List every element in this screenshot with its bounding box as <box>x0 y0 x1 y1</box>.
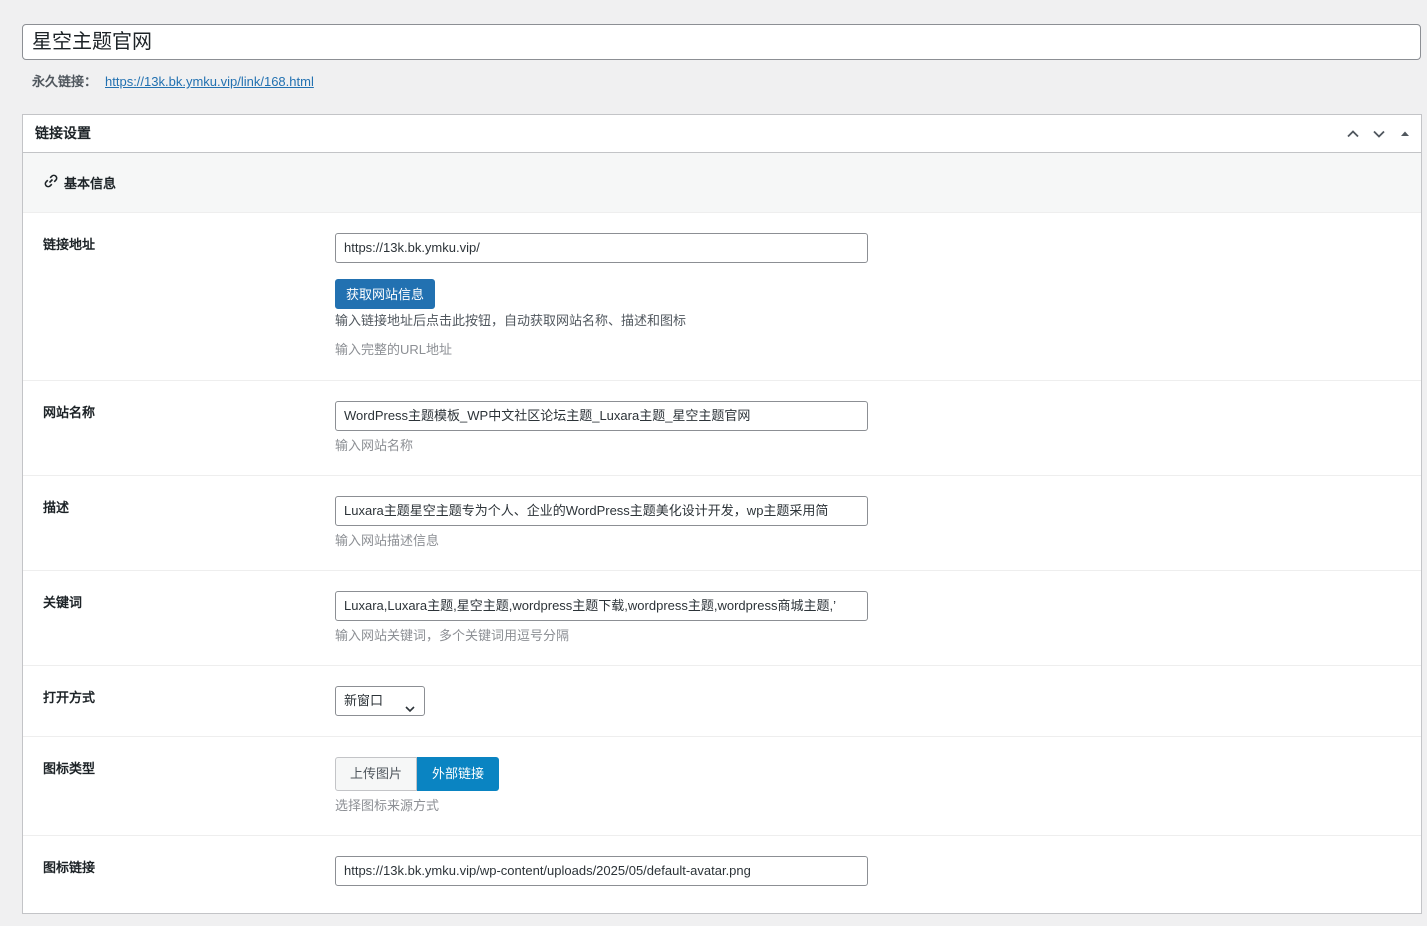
link-url-label: 链接地址 <box>43 237 96 252</box>
row-open-mode: 打开方式 新窗口 <box>23 666 1421 737</box>
icon-type-field: 上传图片 外部链接 选择图标来源方式 <box>335 757 500 815</box>
site-name-input[interactable]: WordPress主题模板_WP中文社区论坛主题_Luxara主题_星空主题官网 <box>335 401 868 431</box>
permalink-url-link[interactable]: https://13k.bk.ymku.vip/link/168.html <box>105 74 314 89</box>
keywords-label: 关键词 <box>43 595 83 610</box>
open-mode-selected: 新窗口 <box>344 693 384 708</box>
icon-type-desc: 选择图标来源方式 <box>335 798 440 813</box>
link-url-input[interactable]: https://13k.bk.ymku.vip/ <box>335 233 868 263</box>
metabox-title: 链接设置 <box>35 125 91 141</box>
link-url-field: https://13k.bk.ymku.vip/ 获取网站信息 输入链接地址后点… <box>335 233 868 359</box>
open-mode-select[interactable]: 新窗口 <box>335 686 425 716</box>
site-name-field: WordPress主题模板_WP中文社区论坛主题_Luxara主题_星空主题官网… <box>335 401 868 455</box>
open-mode-field: 新窗口 <box>335 686 425 716</box>
icon-link-input[interactable]: https://13k.bk.ymku.vip/wp-content/uploa… <box>335 856 868 886</box>
row-keywords: 关键词 Luxara,Luxara主题,星空主题,wordpress主题下载,w… <box>23 571 1421 666</box>
description-field: Luxara主题星空主题专为个人、企业的WordPress主题美化设计开发，wp… <box>335 496 868 550</box>
triangle-up-icon[interactable] <box>1395 124 1415 144</box>
section-title: 基本信息 <box>64 176 117 191</box>
site-name-desc: 输入网站名称 <box>335 438 414 453</box>
keywords-field: Luxara,Luxara主题,星空主题,wordpress主题下载,wordp… <box>335 591 868 645</box>
open-mode-label: 打开方式 <box>43 690 96 705</box>
description-label: 描述 <box>43 500 70 515</box>
row-icon-link: 图标链接 https://13k.bk.ymku.vip/wp-content/… <box>23 836 1421 926</box>
row-icon-type: 图标类型 上传图片 外部链接 选择图标来源方式 <box>23 737 1421 836</box>
metabox-header: 链接设置 <box>23 115 1421 153</box>
post-title-input[interactable]: 星空主题官网 <box>22 24 1421 60</box>
permalink-label: 永久链接： <box>32 74 98 89</box>
icon-link-label: 图标链接 <box>43 860 96 875</box>
metabox-handle-actions <box>1343 124 1415 144</box>
description-desc: 输入网站描述信息 <box>335 533 440 548</box>
section-basic-info: 基本信息 <box>23 153 1421 213</box>
site-name-label: 网站名称 <box>43 405 96 420</box>
icon-type-label: 图标类型 <box>43 761 96 776</box>
chevron-down-icon[interactable] <box>1369 124 1389 144</box>
row-description: 描述 Luxara主题星空主题专为个人、企业的WordPress主题美化设计开发… <box>23 476 1421 571</box>
description-input[interactable]: Luxara主题星空主题专为个人、企业的WordPress主题美化设计开发，wp… <box>335 496 868 526</box>
fetch-site-info-button[interactable]: 获取网站信息 <box>335 279 436 309</box>
chevron-down-icon <box>404 696 416 724</box>
icon-type-toggle-group: 上传图片 外部链接 <box>335 757 500 791</box>
icon-type-external-button[interactable]: 外部链接 <box>417 757 500 791</box>
icon-type-upload-button[interactable]: 上传图片 <box>335 757 418 791</box>
row-site-name: 网站名称 WordPress主题模板_WP中文社区论坛主题_Luxara主题_星… <box>23 381 1421 476</box>
keywords-desc: 输入网站关键词，多个关键词用逗号分隔 <box>335 628 570 643</box>
chevron-up-icon[interactable] <box>1343 124 1363 144</box>
permalink: 永久链接： https://13k.bk.ymku.vip/link/168.ht… <box>32 73 314 91</box>
keywords-input[interactable]: Luxara,Luxara主题,星空主题,wordpress主题下载,wordp… <box>335 591 868 621</box>
link-url-desc: 输入完整的URL地址 <box>335 342 453 357</box>
link-settings-metabox: 链接设置 基本信息 链接地址 https://13k.bk.ymku.vip/ … <box>22 114 1422 914</box>
row-link-url: 链接地址 https://13k.bk.ymku.vip/ 获取网站信息 输入链… <box>23 213 1421 381</box>
icon-link-field: https://13k.bk.ymku.vip/wp-content/uploa… <box>335 856 868 886</box>
fetch-help-text: 输入链接地址后点击此按钮，自动获取网站名称、描述和图标 <box>335 313 687 328</box>
link-icon <box>43 173 59 192</box>
